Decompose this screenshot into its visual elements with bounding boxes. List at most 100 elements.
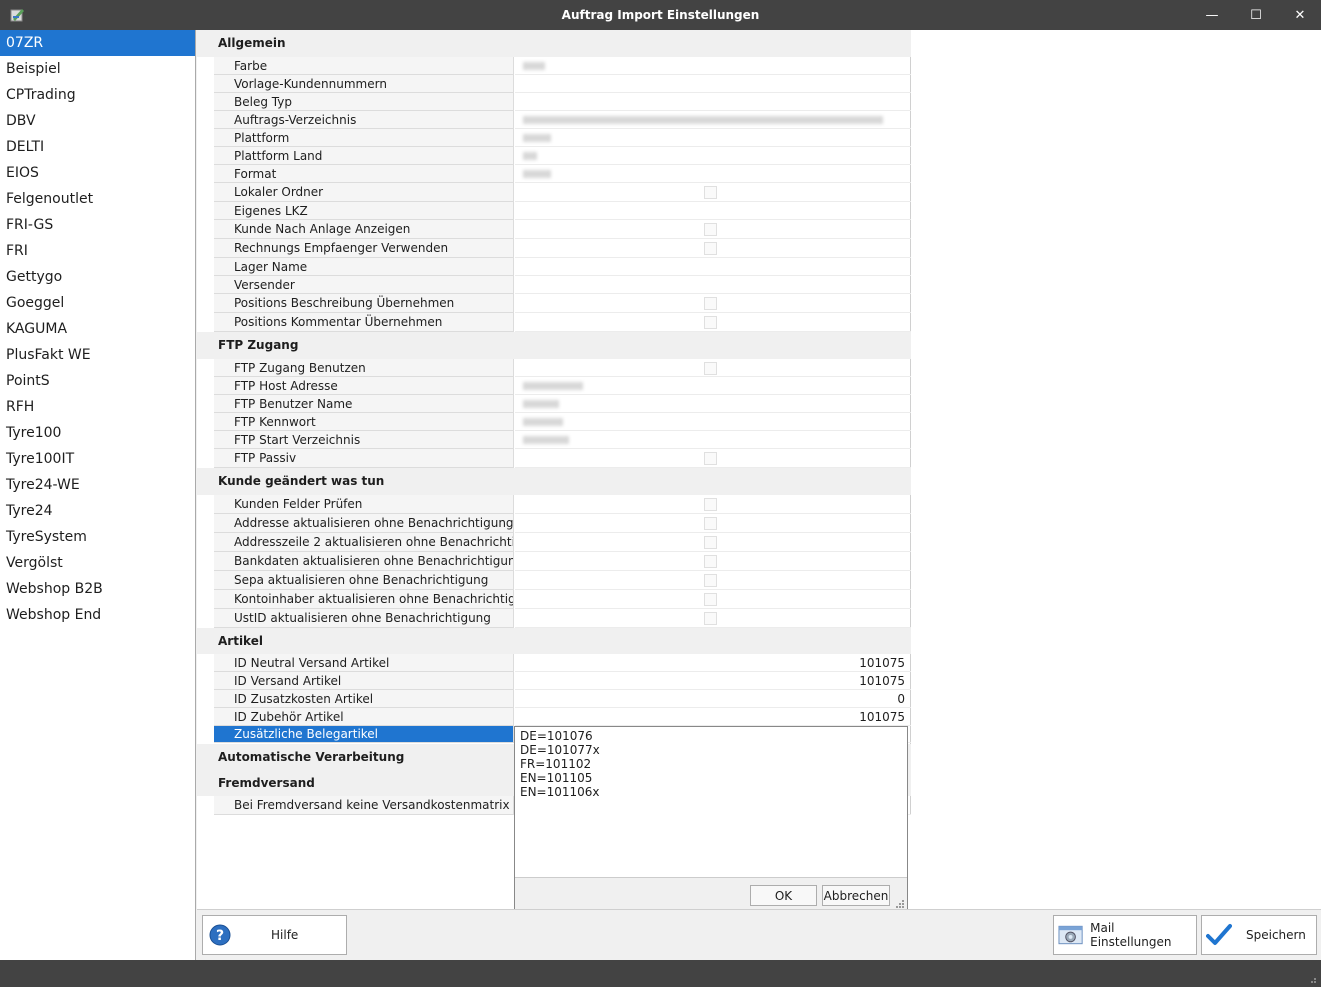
property-value[interactable]	[515, 258, 911, 276]
property-value[interactable]	[515, 449, 911, 468]
property-row[interactable]: ID Zusatzkosten Artikel 0	[214, 690, 911, 708]
property-value[interactable]	[515, 202, 911, 220]
maximize-button[interactable]: ☐	[1233, 0, 1279, 30]
property-row[interactable]: Kontoinhaber aktualisieren ohne Benachri…	[214, 590, 911, 609]
profile-item[interactable]: Tyre24	[0, 498, 195, 524]
property-row[interactable]: Sepa aktualisieren ohne Benachrichtigung	[214, 571, 911, 590]
profile-item[interactable]: KAGUMA	[0, 316, 195, 342]
property-row[interactable]: Beleg Typ	[214, 93, 911, 111]
property-row[interactable]: Positions Kommentar Übernehmen	[214, 313, 911, 332]
property-checkbox[interactable]	[704, 574, 717, 587]
property-value[interactable]	[515, 313, 911, 332]
window-resize-grip-icon[interactable]	[1307, 974, 1317, 984]
property-row[interactable]: Addresse aktualisieren ohne Benachrichti…	[214, 514, 911, 533]
ok-button[interactable]: OK	[750, 885, 817, 906]
profile-item[interactable]: RFH	[0, 394, 195, 420]
property-value[interactable]	[515, 590, 911, 609]
property-value[interactable]	[515, 75, 911, 93]
property-row[interactable]: FTP Zugang Benutzen	[214, 359, 911, 377]
property-checkbox[interactable]	[704, 593, 717, 606]
category-header[interactable]: Allgemein	[197, 30, 911, 57]
property-checkbox[interactable]	[704, 517, 717, 530]
property-value[interactable]	[515, 165, 911, 183]
profile-item[interactable]: FRI-GS	[0, 212, 195, 238]
property-checkbox[interactable]	[704, 186, 717, 199]
profile-item[interactable]: Felgenoutlet	[0, 186, 195, 212]
property-value[interactable]	[515, 239, 911, 258]
property-value[interactable]	[515, 183, 911, 202]
property-value[interactable]	[515, 413, 911, 431]
property-value[interactable]	[515, 495, 911, 514]
profile-item[interactable]: FRI	[0, 238, 195, 264]
property-checkbox[interactable]	[704, 555, 717, 568]
profile-item[interactable]: PointS	[0, 368, 195, 394]
property-value[interactable]	[515, 111, 911, 129]
property-value[interactable]	[515, 129, 911, 147]
property-value[interactable]: 101075	[515, 654, 911, 672]
memo-textarea[interactable]: DE=101076 DE=101077x FR=101102 EN=101105 EN=…	[517, 729, 905, 877]
property-checkbox[interactable]	[704, 452, 717, 465]
property-value[interactable]	[515, 294, 911, 313]
property-row[interactable]: Plattform	[214, 129, 911, 147]
profile-item[interactable]: Beispiel	[0, 56, 195, 82]
resize-grip-icon[interactable]	[895, 899, 905, 909]
profile-item[interactable]: Tyre100	[0, 420, 195, 446]
profile-item[interactable]: TyreSystem	[0, 524, 195, 550]
property-row[interactable]: Kunde Nach Anlage Anzeigen	[214, 220, 911, 239]
property-value[interactable]	[515, 93, 911, 111]
save-button[interactable]: Speichern	[1201, 915, 1317, 955]
property-row[interactable]: Vorlage-Kundennummern	[214, 75, 911, 93]
property-checkbox[interactable]	[704, 316, 717, 329]
property-value[interactable]	[515, 276, 911, 294]
property-row[interactable]: Farbe	[214, 57, 911, 75]
profile-item[interactable]: PlusFakt WE	[0, 342, 195, 368]
property-row[interactable]: Lokaler Ordner	[214, 183, 911, 202]
property-row[interactable]: Auftrags-Verzeichnis	[214, 111, 911, 129]
property-value[interactable]	[515, 571, 911, 590]
profile-item[interactable]: Webshop B2B	[0, 576, 195, 602]
property-value[interactable]	[515, 552, 911, 571]
profile-item[interactable]: DELTI	[0, 134, 195, 160]
property-value[interactable]	[515, 431, 911, 449]
property-row[interactable]: FTP Passiv	[214, 449, 911, 468]
category-header[interactable]: FTP Zugang	[197, 332, 911, 359]
property-value[interactable]	[515, 377, 911, 395]
property-row[interactable]: UstID aktualisieren ohne Benachrichtigun…	[214, 609, 911, 628]
property-checkbox[interactable]	[704, 498, 717, 511]
property-row[interactable]: FTP Benutzer Name	[214, 395, 911, 413]
property-value[interactable]	[515, 147, 911, 165]
profile-item[interactable]: DBV	[0, 108, 195, 134]
property-checkbox[interactable]	[704, 362, 717, 375]
property-row[interactable]: Positions Beschreibung Übernehmen	[214, 294, 911, 313]
property-row[interactable]: FTP Host Adresse	[214, 377, 911, 395]
property-row[interactable]: ID Versand Artikel 101075	[214, 672, 911, 690]
profile-item[interactable]: Tyre100IT	[0, 446, 195, 472]
property-value[interactable]	[515, 609, 911, 628]
property-value[interactable]	[515, 514, 911, 533]
close-button[interactable]: ✕	[1277, 0, 1321, 30]
category-header[interactable]: Artikel	[197, 628, 911, 654]
profile-item[interactable]: Gettygo	[0, 264, 195, 290]
property-row[interactable]: Versender	[214, 276, 911, 294]
property-row[interactable]: Lager Name	[214, 258, 911, 276]
property-row[interactable]: Bankdaten aktualisieren ohne Benachricht…	[214, 552, 911, 571]
property-row[interactable]: FTP Kennwort	[214, 413, 911, 431]
property-value[interactable]: 101075	[515, 708, 911, 726]
cancel-button[interactable]: Abbrechen	[822, 885, 890, 906]
property-value[interactable]	[515, 533, 911, 552]
property-value[interactable]	[515, 359, 911, 377]
help-button[interactable]: ? Hilfe	[202, 915, 347, 955]
property-checkbox[interactable]	[704, 297, 717, 310]
property-value[interactable]: 0	[515, 690, 911, 708]
profile-item[interactable]: Webshop End	[0, 602, 195, 628]
property-row[interactable]: Kunden Felder Prüfen	[214, 495, 911, 514]
property-value[interactable]: 101075	[515, 672, 911, 690]
profile-item[interactable]: Vergölst	[0, 550, 195, 576]
category-header[interactable]: Kunde geändert was tun	[197, 468, 911, 495]
property-value[interactable]	[515, 395, 911, 413]
profile-item[interactable]: CPTrading	[0, 82, 195, 108]
property-value[interactable]	[515, 57, 911, 75]
profile-item[interactable]: Goeggel	[0, 290, 195, 316]
property-checkbox[interactable]	[704, 536, 717, 549]
mail-settings-button[interactable]: Mail Einstellungen	[1053, 915, 1197, 955]
